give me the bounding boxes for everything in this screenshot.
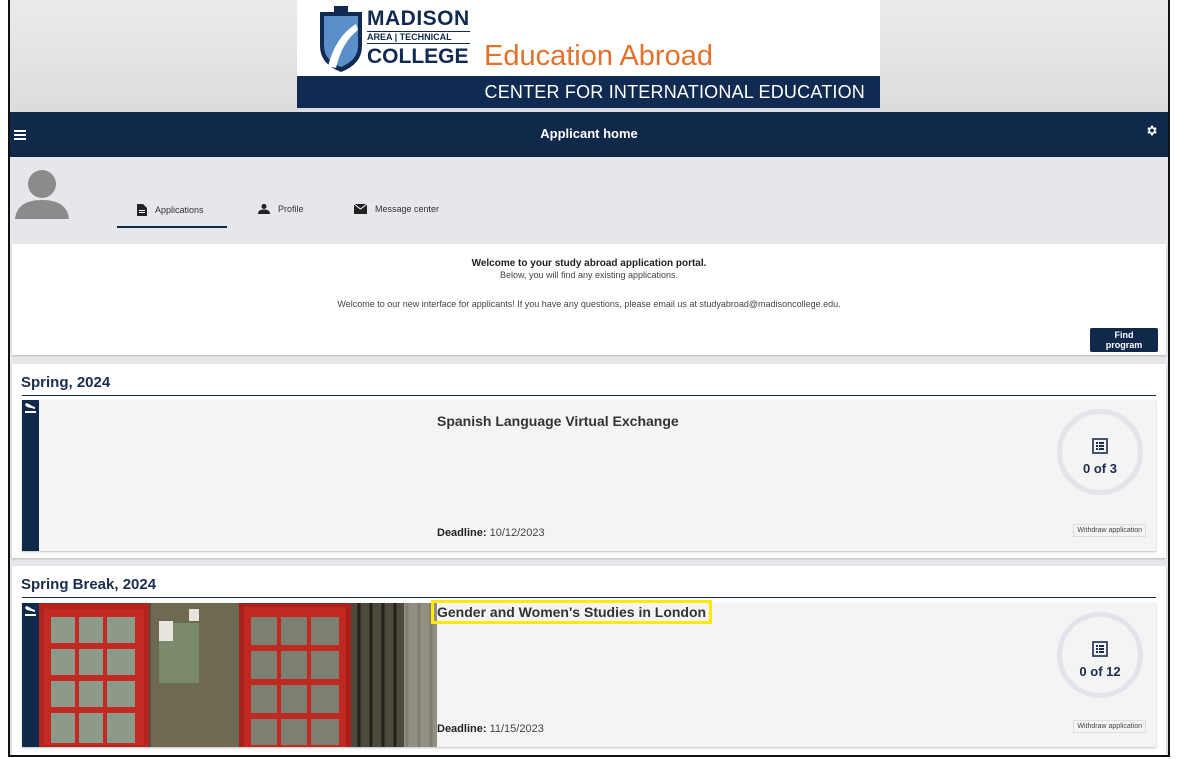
application-card[interactable]: Spanish Language Virtual Exchange Deadli… [22, 400, 1156, 551]
center-name: CENTER FOR INTERNATIONAL EDUCATION [297, 76, 880, 108]
term-section-spring-2024: Spring, 2024 Spanish Language Virtual Ex… [12, 364, 1166, 558]
progress-circle: 0 of 3 [1057, 409, 1143, 495]
divider [22, 597, 1156, 598]
term-section-spring-break-2024: Spring Break, 2024 Gender and Women's St… [12, 566, 1166, 755]
tab-label: Profile [278, 204, 304, 214]
progress-circle: 0 of 12 [1057, 612, 1143, 698]
welcome-heading: Welcome to your study abroad application… [471, 258, 707, 269]
airplane-icon [25, 403, 36, 413]
college-logo: MADISON AREA | TECHNICAL COLLEGE Educati… [297, 0, 880, 108]
header-banner: MADISON AREA | TECHNICAL COLLEGE Educati… [10, 0, 1168, 112]
brand-line-1: MADISON [367, 7, 470, 30]
tab-label: Applications [155, 205, 204, 215]
welcome-panel: Welcome to your study abroad application… [12, 244, 1166, 355]
application-title[interactable]: Gender and Women's Studies in London [430, 600, 713, 624]
withdraw-application-button[interactable]: Withdraw application [1073, 524, 1146, 537]
college-wordmark: MADISON AREA | TECHNICAL COLLEGE [367, 8, 470, 67]
airplane-icon [25, 606, 36, 616]
page-title: Applicant home [540, 126, 638, 141]
progress-count: 0 of 3 [1083, 461, 1117, 476]
tab-applications[interactable]: Applications [117, 204, 227, 228]
card-side-bar [22, 603, 39, 747]
shield-logo-icon [320, 6, 362, 72]
checklist-icon [1092, 438, 1108, 454]
term-heading: Spring Break, 2024 [21, 576, 157, 593]
welcome-note: Welcome to our new interface for applica… [337, 299, 841, 309]
program-photo [39, 603, 437, 747]
deadline-text: Deadline: 10/12/2023 [437, 527, 545, 539]
deadline-label: Deadline: [437, 527, 487, 539]
checklist-icon [1092, 641, 1108, 657]
card-side-bar [22, 400, 39, 551]
program-title: Education Abroad [484, 40, 713, 72]
document-icon [137, 204, 147, 216]
find-program-button[interactable]: Find program [1090, 328, 1158, 352]
deadline-label: Deadline: [437, 723, 487, 735]
progress-count: 0 of 12 [1079, 664, 1121, 679]
term-heading: Spring, 2024 [21, 374, 111, 391]
deadline-text: Deadline: 11/15/2023 [437, 723, 544, 735]
tab-profile[interactable]: Profile [258, 204, 304, 214]
deadline-value: 10/12/2023 [489, 527, 545, 539]
brand-line-3: COLLEGE [367, 45, 469, 68]
application-card[interactable]: Gender and Women's Studies in London Dea… [22, 600, 1156, 747]
gear-icon[interactable] [1145, 124, 1158, 142]
app-window: MADISON AREA | TECHNICAL COLLEGE Educati… [8, 0, 1170, 757]
divider [22, 395, 1156, 396]
tab-message-center[interactable]: Message center [354, 204, 439, 214]
withdraw-application-button[interactable]: Withdraw application [1073, 720, 1146, 733]
top-navbar: Applicant home [10, 112, 1168, 157]
user-bar: Applications Profile Message center [10, 157, 1168, 233]
application-title[interactable]: Spanish Language Virtual Exchange [437, 413, 679, 429]
brand-line-2: AREA | TECHNICAL [367, 31, 470, 44]
avatar-icon [15, 170, 69, 219]
deadline-value: 11/15/2023 [489, 723, 544, 735]
person-icon [258, 204, 270, 214]
tab-label: Message center [375, 204, 440, 214]
welcome-subheading: Below, you will find any existing applic… [499, 270, 679, 280]
envelope-icon [354, 204, 367, 214]
